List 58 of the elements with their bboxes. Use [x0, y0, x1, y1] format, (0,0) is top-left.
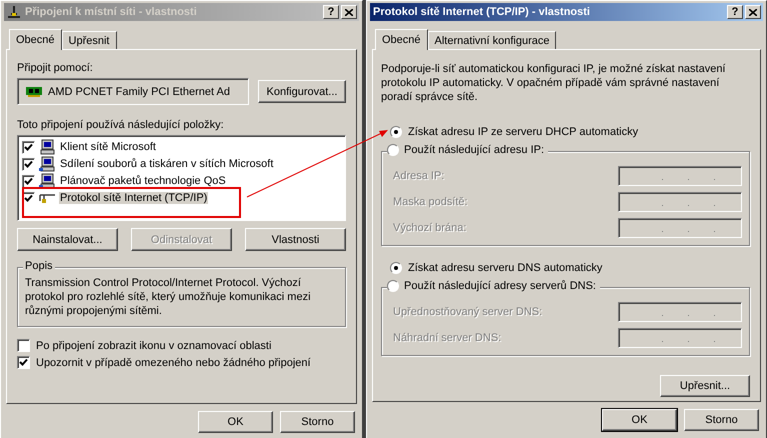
description-text: Transmission Control Protocol/Internet Protocol. Výchozí protokol pro rozlehlé sítě, který umožňuje komunikaci mezi různými propojenými sítěmi. [25, 276, 312, 318]
radio-button[interactable] [390, 126, 402, 138]
ip-address-field[interactable] [618, 218, 742, 238]
cancel-button[interactable]: Storno [280, 411, 355, 433]
radio-label: Použít následující adresu IP: [404, 144, 544, 156]
adapter-name: AMD PCNET Family PCI Ethernet Ad [48, 86, 230, 98]
computer-icon [39, 173, 55, 189]
ip-address-field[interactable] [618, 192, 742, 212]
list-item[interactable]: Plánovač paketů technologie QoS [22, 173, 341, 189]
close-icon [749, 8, 757, 16]
computer-icon [39, 139, 55, 155]
radio-label: Použít následující adresy serverů DNS: [404, 280, 596, 292]
section-label: Toto připojení používá následující položky: [17, 119, 224, 131]
window-title: Připojení k místní síti - vlastnosti [25, 6, 198, 18]
advanced-button[interactable]: Upřesnit... [660, 375, 750, 397]
action-button[interactable]: Nainstalovat... [17, 228, 118, 251]
field-label: Upřednostňovaný server DNS: [393, 306, 542, 318]
ip-address-field[interactable] [618, 302, 742, 322]
close-button[interactable] [745, 5, 761, 19]
action-button[interactable]: Vlastnosti [245, 228, 346, 251]
cancel-button[interactable]: Storno [684, 409, 759, 431]
checkbox[interactable] [17, 356, 30, 369]
network-icon [7, 6, 21, 18]
ip-address-field[interactable] [618, 328, 742, 348]
checkbox-label: Po připojení zobrazit ikonu v oznamovací oblasti [36, 340, 272, 352]
tab[interactable]: Obecné [375, 29, 428, 50]
radio-button[interactable] [387, 144, 399, 156]
tab[interactable]: Alternativní konfigurace [428, 31, 556, 49]
intro-text: Podporuje-li síť automatickou konfiguraci IP, je možné získat nastavení protokolu IP automaticky. V opačném případě vám správné nastavení poradí správce sítě. [381, 62, 726, 104]
checkbox[interactable] [22, 174, 35, 188]
radio-button[interactable] [390, 262, 402, 274]
section-label: Připojit pomocí: [17, 62, 94, 74]
help-button[interactable]: ? [727, 5, 743, 19]
computer-icon [39, 156, 55, 172]
checkbox[interactable] [17, 339, 30, 352]
field-label: Maska podsítě: [393, 196, 468, 208]
field-label: Výchozí brána: [393, 222, 466, 234]
network-card-icon [26, 86, 42, 98]
ok-button[interactable]: OK [602, 409, 677, 431]
ok-button[interactable]: OK [198, 411, 273, 433]
tab[interactable]: Upřesnit [62, 31, 116, 49]
list-item[interactable]: Klient sítě Microsoft [22, 139, 341, 155]
group-title: Popis [23, 260, 55, 272]
field-label: Adresa IP: [393, 170, 444, 182]
checkbox-label: Upozornit v případě omezeného nebo žádného připojení [36, 356, 311, 368]
help-button[interactable]: ? [323, 5, 339, 19]
ip-address-field[interactable] [618, 166, 742, 186]
tab[interactable]: Obecné [9, 29, 62, 50]
configure-button[interactable]: Konfigurovat... [258, 80, 346, 103]
close-icon [345, 8, 353, 16]
field-label: Náhradní server DNS: [393, 332, 502, 344]
window-title: Protokol sítě Internet (TCP/IP) - vlastnosti [373, 6, 591, 18]
close-button[interactable] [341, 5, 357, 19]
radio-label: Získat adresu serveru DNS automaticky [408, 262, 602, 274]
radio-button[interactable] [387, 280, 399, 292]
list-item[interactable]: Sdílení souborů a tiskáren v sítích Microsoft [22, 156, 341, 172]
list-item[interactable]: Protokol sítě Internet (TCP/IP) [22, 190, 341, 206]
radio-label: Získat adresu IP ze serveru DHCP automaticky [408, 126, 638, 138]
